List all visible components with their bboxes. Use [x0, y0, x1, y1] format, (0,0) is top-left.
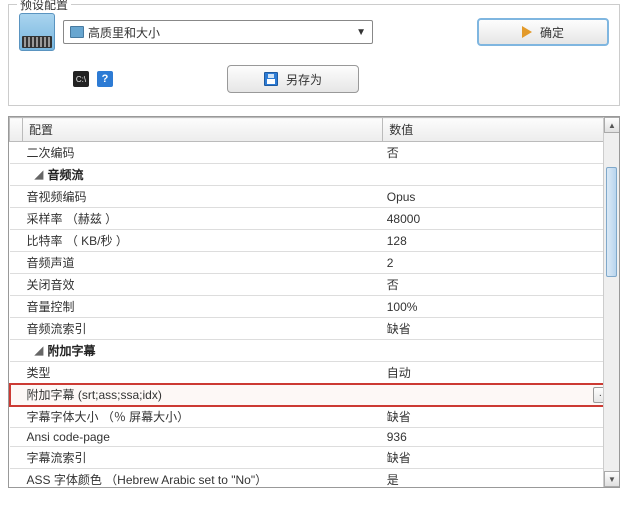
preset-select[interactable]: 高质里和大小 ▼ — [63, 20, 373, 44]
preset-fieldset: 预设配置 高质里和大小 ▼ 确定 C:\ ? 另存为 — [8, 4, 620, 106]
property-name: 采样率 （赫兹 ） — [27, 212, 118, 226]
property-value: 48000 — [387, 212, 420, 226]
save-as-button[interactable]: 另存为 — [227, 65, 359, 93]
property-row[interactable]: 音视频编码 Opus — [10, 186, 619, 208]
property-row[interactable]: 关闭音效 否 — [10, 274, 619, 296]
property-name: ASS 字体颜色 （Hebrew Arabic set to "No"） — [27, 473, 268, 487]
property-row[interactable]: 字幕流索引 缺省 — [10, 447, 619, 469]
property-value: 是 — [387, 473, 399, 487]
property-name: Ansi code-page — [27, 430, 110, 444]
property-name: 关闭音效 — [27, 278, 75, 292]
property-name: 字幕字体大小 （％ 屏幕大小） — [27, 410, 190, 424]
property-row[interactable]: 附加字幕 (srt;ass;ssa;idx)… — [10, 384, 619, 406]
property-row[interactable]: 音频流索引 缺省 — [10, 318, 619, 340]
property-value: 自动 — [387, 366, 411, 380]
film-strip-icon — [70, 26, 84, 38]
property-row[interactable]: 字幕字体大小 （％ 屏幕大小） 缺省 — [10, 406, 619, 428]
property-value: 缺省 — [387, 410, 411, 424]
vertical-scrollbar[interactable]: ▲ ▼ — [603, 117, 619, 487]
property-value: 缺省 — [387, 322, 411, 336]
property-value: 缺省 — [387, 451, 411, 465]
video-profile-icon — [19, 13, 55, 51]
property-name: 音频流 — [48, 168, 84, 182]
terminal-icon[interactable]: C:\ — [73, 71, 89, 87]
property-row[interactable]: 二次编码 否 — [10, 142, 619, 164]
property-name: 类型 — [27, 366, 51, 380]
save-as-button-label: 另存为 — [286, 71, 322, 88]
floppy-disk-icon — [264, 72, 278, 86]
preset-legend: 预设配置 — [17, 0, 71, 13]
column-value[interactable]: 数值 — [383, 118, 619, 142]
property-row[interactable]: Ansi code-page 936 — [10, 428, 619, 447]
property-value: 128 — [387, 234, 407, 248]
arrow-right-icon — [522, 26, 532, 38]
property-value: 否 — [387, 146, 399, 160]
property-name: 音频流索引 — [27, 322, 87, 336]
scroll-up-button[interactable]: ▲ — [604, 117, 620, 133]
preset-selected-label: 高质里和大小 — [88, 24, 160, 41]
property-value: Opus — [387, 190, 416, 204]
property-value: 936 — [387, 430, 407, 444]
property-name: 附加字幕 (srt;ass;ssa;idx) — [27, 388, 162, 402]
property-grid: 配置 数值 二次编码否◢音频流音视频编码Opus采样率 （赫兹 ）48000比特… — [8, 116, 620, 488]
property-row[interactable]: 音量控制 100% — [10, 296, 619, 318]
property-name: 二次编码 — [27, 146, 75, 160]
collapse-icon[interactable]: ◢ — [35, 172, 44, 181]
property-group-row[interactable]: ◢ 附加字幕 — [10, 340, 619, 362]
help-icon[interactable]: ? — [97, 71, 113, 87]
property-name: 音频声道 — [27, 256, 75, 270]
column-config[interactable]: 配置 — [23, 118, 383, 142]
property-value: 否 — [387, 278, 399, 292]
chevron-down-icon: ▼ — [356, 27, 366, 38]
property-row[interactable]: 采样率 （赫兹 ） 48000 — [10, 208, 619, 230]
property-value: 2 — [387, 256, 394, 270]
property-name: 比特率 （ KB/秒 ） — [27, 234, 128, 248]
property-name: 音视频编码 — [27, 190, 87, 204]
property-row[interactable]: 类型 自动 — [10, 362, 619, 384]
property-row[interactable]: 比特率 （ KB/秒 ） 128 — [10, 230, 619, 252]
ok-button[interactable]: 确定 — [477, 18, 609, 46]
collapse-icon[interactable]: ◢ — [35, 348, 44, 357]
property-row[interactable]: ASS 字体颜色 （Hebrew Arabic set to "No"） 是 — [10, 469, 619, 489]
property-name: 字幕流索引 — [27, 451, 87, 465]
property-row[interactable]: 音频声道 2 — [10, 252, 619, 274]
scroll-thumb[interactable] — [606, 167, 617, 277]
ok-button-label: 确定 — [540, 24, 564, 41]
property-name: 附加字幕 — [48, 344, 96, 358]
property-name: 音量控制 — [27, 300, 75, 314]
scroll-down-button[interactable]: ▼ — [604, 471, 620, 487]
property-group-row[interactable]: ◢ 音频流 — [10, 164, 619, 186]
property-value: 100% — [387, 300, 418, 314]
